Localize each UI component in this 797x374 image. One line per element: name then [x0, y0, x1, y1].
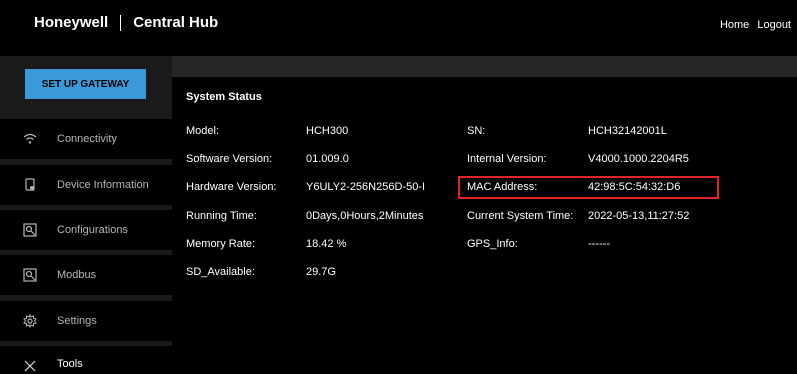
sidebar-item-label: Tools	[57, 358, 83, 370]
mac-address-value: 42:98:5C:54:32:D6	[588, 181, 681, 193]
brand-divider	[120, 14, 122, 31]
sidebar-item-label: Modbus	[57, 269, 97, 281]
home-link[interactable]: Home	[720, 19, 749, 31]
sidebar-item-label: Connectivity	[57, 133, 117, 145]
sd-available-value: 29.7G	[306, 266, 336, 278]
running-time-label: Running Time:	[186, 210, 257, 222]
logout-link[interactable]: Logout	[757, 19, 791, 31]
gear-icon	[22, 313, 38, 329]
content-header-strip	[172, 56, 797, 77]
sidebar-item-device-information[interactable]: Device Information	[0, 165, 172, 205]
sidebar-item-label: Device Information	[57, 179, 149, 191]
top-links: Home Logout	[715, 19, 791, 31]
memory-rate-value: 18.42 %	[306, 238, 347, 250]
model-value: HCH300	[306, 125, 349, 137]
modbus-icon	[22, 267, 38, 283]
sidebar-item-settings[interactable]: Settings	[0, 301, 172, 341]
device-icon	[22, 177, 38, 193]
sidebar-item-modbus[interactable]: Modbus	[0, 255, 172, 295]
sidebar-item-label: Configurations	[57, 224, 128, 236]
gps-info-value: ------	[588, 238, 610, 250]
memory-rate-label: Memory Rate:	[186, 238, 256, 250]
software-version-label: Software Version:	[186, 153, 273, 165]
sd-available-label: SD_Available:	[186, 266, 255, 278]
wifi-icon	[22, 131, 38, 147]
internal-version-label: Internal Version:	[467, 153, 547, 165]
sidebar-item-configurations[interactable]: Configurations	[0, 210, 172, 250]
sidebar-item-label: Settings	[57, 315, 97, 327]
hardware-version-value: Y6ULY2-256N256D-50-I	[306, 181, 426, 193]
brand: Honeywell Central Hub	[34, 14, 218, 31]
internal-version-value: V4000.1000.2204R5	[588, 153, 689, 165]
mac-address-label: MAC Address:	[467, 181, 538, 193]
system-status-title: System Status	[186, 91, 262, 103]
running-time-value: 0Days,0Hours,2Minutes	[306, 210, 424, 222]
product-name: Central Hub	[133, 14, 219, 31]
brand-logo: Honeywell	[34, 14, 109, 31]
config-icon	[22, 222, 38, 238]
model-label: Model:	[186, 125, 220, 137]
gps-info-label: GPS_Info:	[467, 238, 518, 250]
software-version-value: 01.009.0	[306, 153, 349, 165]
tools-icon	[22, 358, 38, 374]
sidebar: SET UP GATEWAY Connectivity Device Infor…	[0, 56, 172, 374]
current-system-time-value: 2022-05-13,11:27:52	[588, 210, 690, 222]
top-bar: Honeywell Central Hub Home Logout	[0, 0, 797, 56]
system-status-panel: System Status Model: HCH300 SN: HCH32142…	[172, 77, 797, 371]
sn-label: SN:	[467, 125, 486, 137]
sidebar-item-tools[interactable]: Tools	[0, 346, 172, 374]
set-up-gateway-button[interactable]: SET UP GATEWAY	[25, 69, 146, 99]
hardware-version-label: Hardware Version:	[186, 181, 277, 193]
sn-value: HCH32142001L	[588, 125, 667, 137]
current-system-time-label: Current System Time:	[467, 210, 574, 222]
sidebar-item-connectivity[interactable]: Connectivity	[0, 119, 172, 159]
